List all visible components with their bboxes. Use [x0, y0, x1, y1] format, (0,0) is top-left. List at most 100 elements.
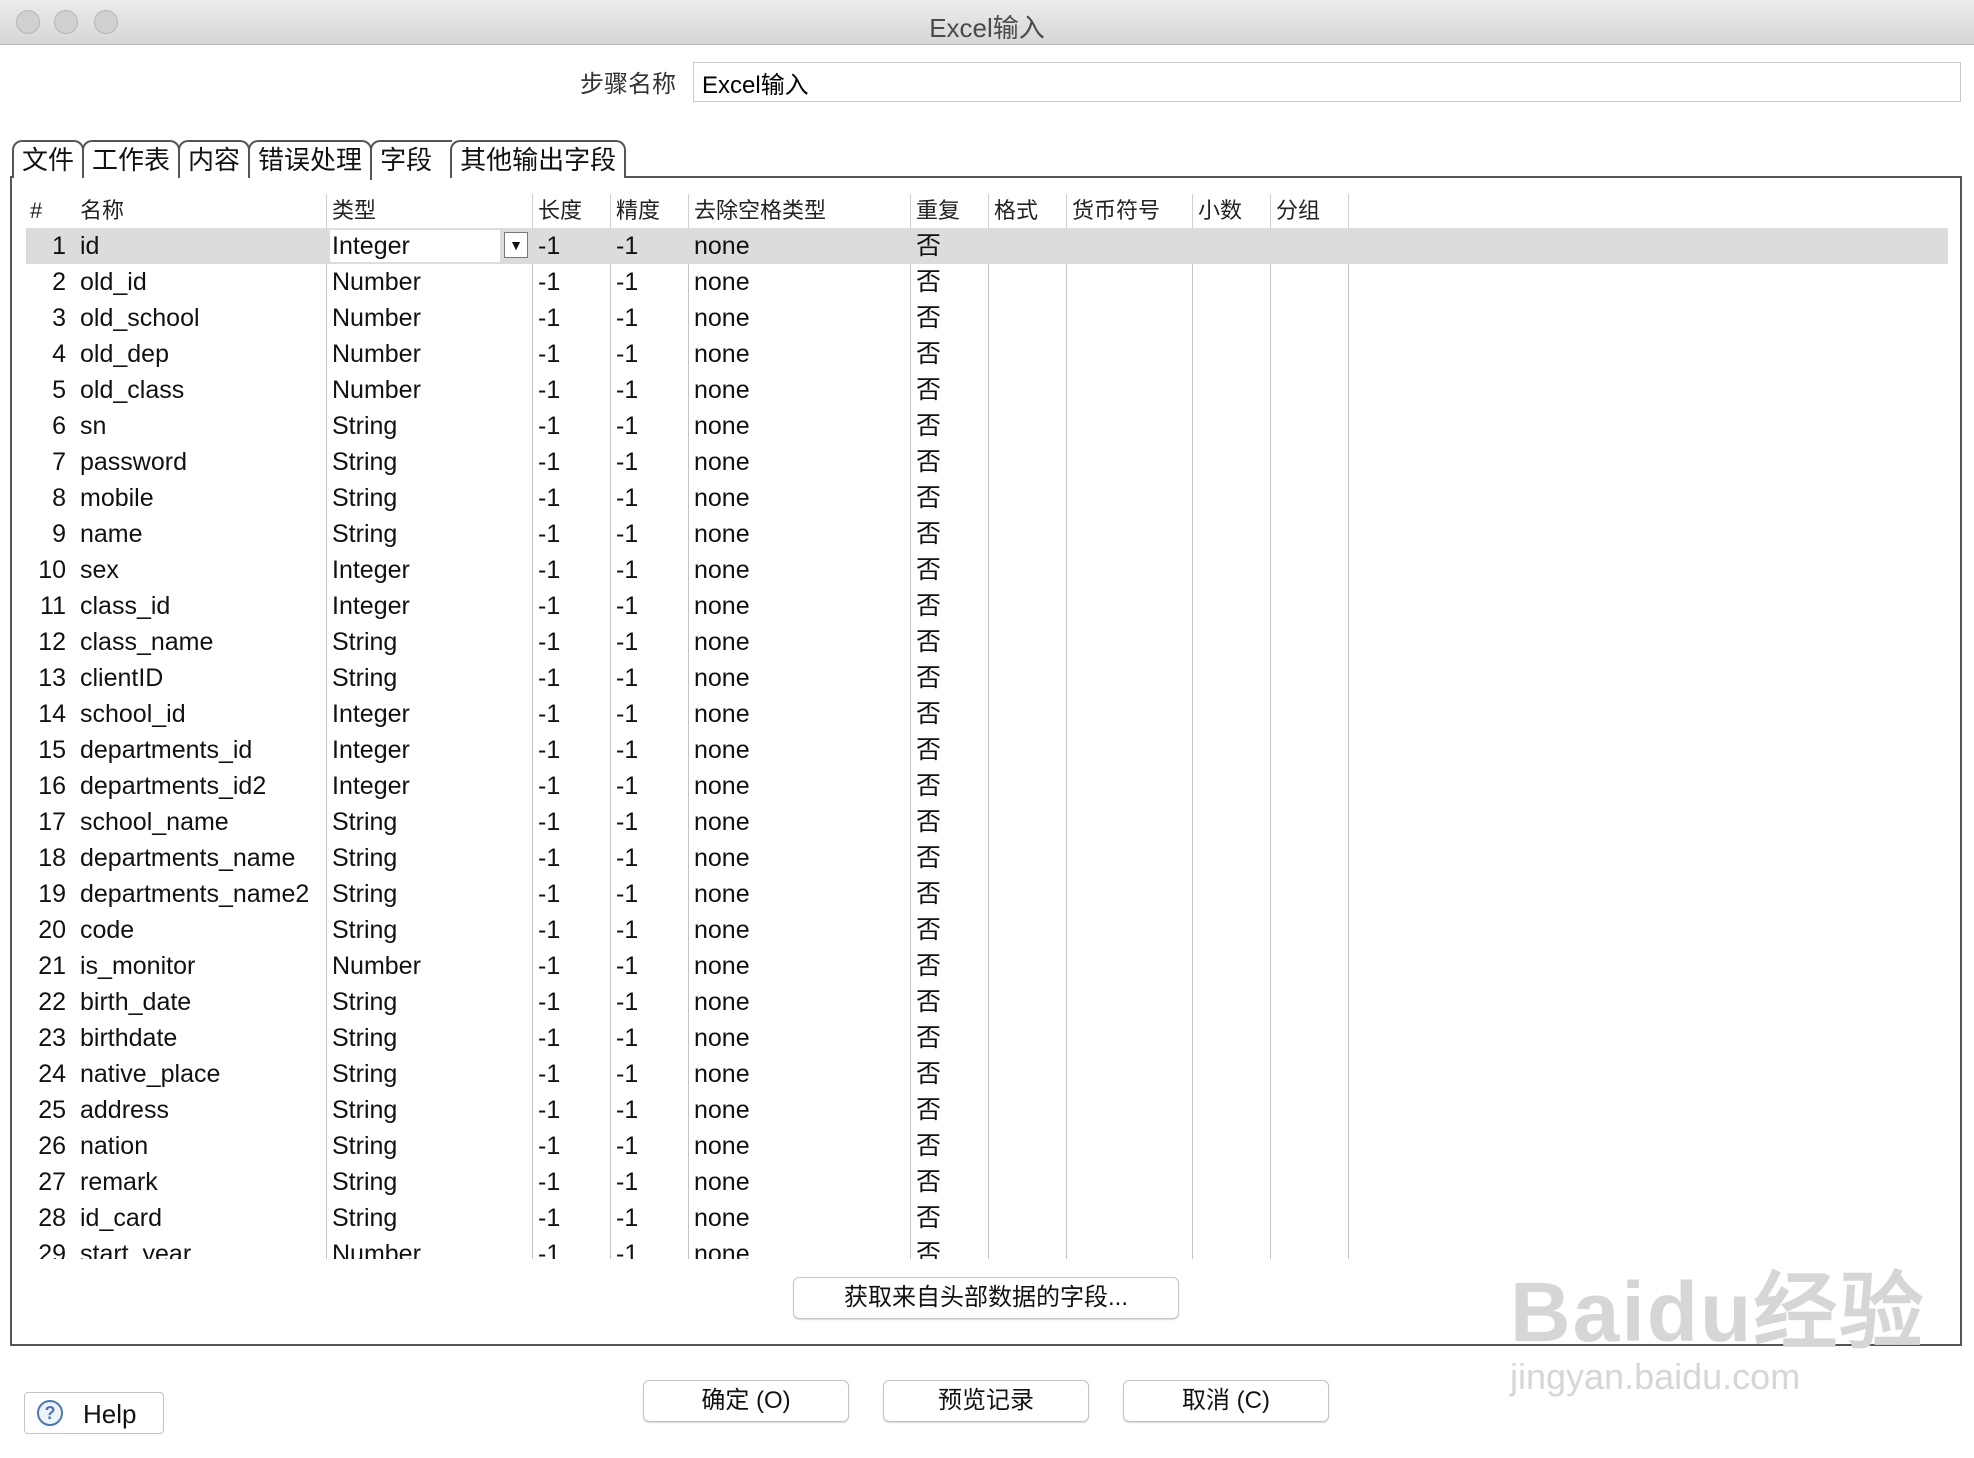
field-precision-cell[interactable]: -1 [616, 480, 686, 516]
field-trim-type-cell[interactable]: none [694, 660, 904, 696]
field-length-cell[interactable]: -1 [538, 732, 608, 768]
field-name-cell[interactable]: departments_name [80, 840, 326, 876]
field-length-cell[interactable]: -1 [538, 300, 608, 336]
table-row[interactable]: 24 native_place String -1 -1 none 否 [26, 1056, 1948, 1092]
field-name-cell[interactable]: departments_id [80, 732, 326, 768]
field-length-cell[interactable]: -1 [538, 1092, 608, 1128]
field-trim-type-cell[interactable]: none [694, 1236, 904, 1259]
field-precision-cell[interactable]: -1 [616, 1092, 686, 1128]
table-row[interactable]: 1 id Integer -1 -1 none 否 ▼ [26, 228, 1948, 264]
field-type-cell[interactable]: String [332, 840, 532, 876]
row-index[interactable]: 7 [26, 444, 66, 480]
col-header-length[interactable]: 长度 [538, 194, 582, 228]
field-length-cell[interactable]: -1 [538, 696, 608, 732]
field-trim-type-cell[interactable]: none [694, 948, 904, 984]
table-row[interactable]: 12 class_name String -1 -1 none 否 [26, 624, 1948, 660]
row-index[interactable]: 15 [26, 732, 66, 768]
table-row[interactable]: 28 id_card String -1 -1 none 否 [26, 1200, 1948, 1236]
field-length-cell[interactable]: -1 [538, 264, 608, 300]
field-repeat-cell[interactable]: 否 [916, 660, 976, 696]
field-repeat-cell[interactable]: 否 [916, 1236, 976, 1259]
field-length-cell[interactable]: -1 [538, 1128, 608, 1164]
field-name-cell[interactable]: class_id [80, 588, 326, 624]
field-name-cell[interactable]: old_class [80, 372, 326, 408]
field-length-cell[interactable]: -1 [538, 804, 608, 840]
field-precision-cell[interactable]: -1 [616, 372, 686, 408]
field-trim-type-cell[interactable]: none [694, 1020, 904, 1056]
field-repeat-cell[interactable]: 否 [916, 552, 976, 588]
table-row[interactable]: 16 departments_id2 Integer -1 -1 none 否 [26, 768, 1948, 804]
row-index[interactable]: 4 [26, 336, 66, 372]
field-repeat-cell[interactable]: 否 [916, 984, 976, 1020]
field-precision-cell[interactable]: -1 [616, 876, 686, 912]
field-trim-type-cell[interactable]: none [694, 228, 904, 264]
field-name-cell[interactable]: name [80, 516, 326, 552]
field-type-cell[interactable]: String [332, 1020, 532, 1056]
field-precision-cell[interactable]: -1 [616, 660, 686, 696]
row-index[interactable]: 20 [26, 912, 66, 948]
table-row[interactable]: 5 old_class Number -1 -1 none 否 [26, 372, 1948, 408]
row-index[interactable]: 1 [26, 228, 66, 264]
table-row[interactable]: 2 old_id Number -1 -1 none 否 [26, 264, 1948, 300]
field-trim-type-cell[interactable]: none [694, 1128, 904, 1164]
field-trim-type-cell[interactable]: none [694, 804, 904, 840]
field-name-cell[interactable]: departments_name2 [80, 876, 326, 912]
table-row[interactable]: 27 remark String -1 -1 none 否 [26, 1164, 1948, 1200]
field-length-cell[interactable]: -1 [538, 336, 608, 372]
row-index[interactable]: 23 [26, 1020, 66, 1056]
field-length-cell[interactable]: -1 [538, 480, 608, 516]
field-precision-cell[interactable]: -1 [616, 1128, 686, 1164]
field-trim-type-cell[interactable]: none [694, 516, 904, 552]
field-name-cell[interactable]: class_name [80, 624, 326, 660]
field-name-cell[interactable]: id_card [80, 1200, 326, 1236]
field-repeat-cell[interactable]: 否 [916, 480, 976, 516]
field-trim-type-cell[interactable]: none [694, 732, 904, 768]
field-name-cell[interactable]: old_id [80, 264, 326, 300]
field-trim-type-cell[interactable]: none [694, 1092, 904, 1128]
field-repeat-cell[interactable]: 否 [916, 1128, 976, 1164]
field-type-cell[interactable]: String [332, 516, 532, 552]
field-name-cell[interactable]: clientID [80, 660, 326, 696]
field-trim-type-cell[interactable]: none [694, 768, 904, 804]
field-type-cell[interactable]: String [332, 660, 532, 696]
field-length-cell[interactable]: -1 [538, 840, 608, 876]
row-index[interactable]: 14 [26, 696, 66, 732]
field-repeat-cell[interactable]: 否 [916, 408, 976, 444]
row-index[interactable]: 3 [26, 300, 66, 336]
field-length-cell[interactable]: -1 [538, 1200, 608, 1236]
field-length-cell[interactable]: -1 [538, 1056, 608, 1092]
field-length-cell[interactable]: -1 [538, 948, 608, 984]
tab-error-handling[interactable]: 错误处理 [248, 140, 373, 178]
col-header-type[interactable]: 类型 [332, 194, 376, 228]
table-row[interactable]: 14 school_id Integer -1 -1 none 否 [26, 696, 1948, 732]
col-header-precision[interactable]: 精度 [616, 194, 660, 228]
field-type-cell[interactable]: Integer [332, 768, 532, 804]
field-type-cell[interactable]: Integer [332, 552, 532, 588]
field-repeat-cell[interactable]: 否 [916, 336, 976, 372]
field-type-cell[interactable]: String [332, 1056, 532, 1092]
field-repeat-cell[interactable]: 否 [916, 1020, 976, 1056]
field-trim-type-cell[interactable]: none [694, 1164, 904, 1200]
field-precision-cell[interactable]: -1 [616, 948, 686, 984]
col-header-format[interactable]: 格式 [994, 194, 1038, 228]
table-row[interactable]: 4 old_dep Number -1 -1 none 否 [26, 336, 1948, 372]
field-precision-cell[interactable]: -1 [616, 732, 686, 768]
field-type-cell[interactable]: Integer [332, 588, 532, 624]
row-index[interactable]: 13 [26, 660, 66, 696]
field-precision-cell[interactable]: -1 [616, 444, 686, 480]
row-index[interactable]: 8 [26, 480, 66, 516]
field-type-cell[interactable]: Integer [332, 696, 532, 732]
field-length-cell[interactable]: -1 [538, 768, 608, 804]
field-trim-type-cell[interactable]: none [694, 444, 904, 480]
field-name-cell[interactable]: birth_date [80, 984, 326, 1020]
field-repeat-cell[interactable]: 否 [916, 624, 976, 660]
field-precision-cell[interactable]: -1 [616, 1056, 686, 1092]
field-precision-cell[interactable]: -1 [616, 336, 686, 372]
field-name-cell[interactable]: old_school [80, 300, 326, 336]
field-length-cell[interactable]: -1 [538, 1020, 608, 1056]
field-repeat-cell[interactable]: 否 [916, 948, 976, 984]
field-precision-cell[interactable]: -1 [616, 408, 686, 444]
table-row[interactable]: 3 old_school Number -1 -1 none 否 [26, 300, 1948, 336]
field-trim-type-cell[interactable]: none [694, 840, 904, 876]
field-type-cell[interactable]: String [332, 876, 532, 912]
